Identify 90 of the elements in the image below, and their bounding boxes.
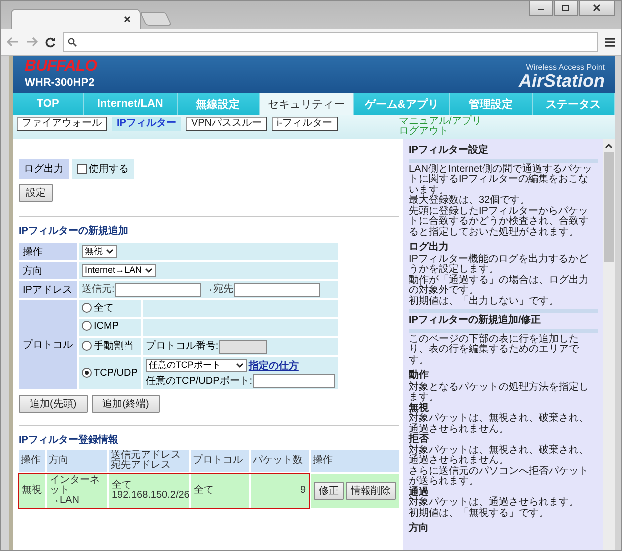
brand-logo: BUFFALO xyxy=(25,59,98,75)
column-header: 送信元アドレス宛先アドレス xyxy=(109,450,189,472)
add-button[interactable]: 追加(先頭) xyxy=(19,395,88,413)
direction-select[interactable]: Internet→LAN xyxy=(82,264,156,277)
help-subheading: 無視 xyxy=(409,404,429,414)
field-label: 方向 xyxy=(19,262,77,279)
table-cell: インターネット →LAN xyxy=(47,474,107,508)
help-text: 対象パケットは、無視され、破棄され、通過させられません。 xyxy=(409,414,590,434)
table-cell: 全て 192.168.150.2/26 xyxy=(109,474,189,508)
action-select[interactable]: 無視 xyxy=(82,245,117,258)
source-address-field[interactable] xyxy=(114,282,201,297)
column-header: プロトコル xyxy=(191,450,249,472)
help-title: IPフィルターの新規追加/修正 xyxy=(409,316,542,326)
destination-address-field[interactable] xyxy=(234,282,320,297)
help-text: 初期値は、「無視する」です。 xyxy=(409,508,550,519)
maximize-button[interactable] xyxy=(554,1,578,16)
radio-button[interactable] xyxy=(82,303,92,313)
help-text: さらに送信元のパソコンへ拒否パケットが送られます。 xyxy=(409,466,590,487)
address-field[interactable] xyxy=(63,32,598,52)
help-text: 対象パケットは、通過させられます。 xyxy=(409,498,580,508)
help-subheading: 通過 xyxy=(409,488,429,498)
maximize-icon xyxy=(562,4,570,12)
sub-tab[interactable]: i-フィルター xyxy=(272,117,338,131)
help-heading: 動作 xyxy=(409,371,430,382)
close-button[interactable] xyxy=(579,1,615,16)
nav-tab[interactable]: セキュリティー xyxy=(260,93,354,115)
delete-button[interactable]: 情報削除 xyxy=(346,482,396,500)
chevron-icon xyxy=(106,248,114,254)
search-icon xyxy=(68,38,77,46)
close-icon[interactable] xyxy=(124,16,131,23)
chevron-icon xyxy=(145,268,154,274)
sub-tab[interactable]: IPフィルター xyxy=(112,117,182,131)
radio-button[interactable] xyxy=(82,368,92,378)
scrollbar-thumb[interactable] xyxy=(604,152,614,262)
column-header: 方向 xyxy=(47,450,107,472)
checkbox-label: 使用する xyxy=(89,163,129,176)
reload-icon[interactable] xyxy=(45,36,56,48)
radio-button[interactable] xyxy=(82,341,92,351)
add-button[interactable]: 追加(終端) xyxy=(92,395,160,413)
help-text: 初期値は、「出力しない」です。 xyxy=(409,296,560,307)
column-header: 操作 xyxy=(19,450,45,472)
field-label: IPアドレス xyxy=(19,281,77,298)
edit-button[interactable]: 修正 xyxy=(314,482,344,500)
field-label: ログ出力 xyxy=(19,159,69,179)
help-heading: 方向 xyxy=(409,524,430,534)
minimize-button[interactable] xyxy=(529,1,553,16)
help-text: 対象となるパケットの処理方法を指定します。 xyxy=(409,382,590,403)
save-button[interactable]: 設定 xyxy=(19,184,53,202)
checkbox[interactable] xyxy=(77,164,87,174)
help-title: IPフィルター設定 xyxy=(409,146,490,156)
product-logo: AirStation xyxy=(518,72,605,90)
section-title: IPフィルターの新規追加 xyxy=(19,224,128,238)
field-label: 送信元: xyxy=(82,284,115,296)
field-label: →宛先 xyxy=(204,284,234,296)
help-link[interactable]: 指定の仕方 xyxy=(248,358,299,372)
table-cell: 9 xyxy=(251,474,309,508)
sub-tab[interactable]: VPNパススルー xyxy=(186,117,268,131)
column-header: パケット数 xyxy=(251,450,309,472)
help-text: 最大登録数は、32個です。 xyxy=(409,196,532,206)
help-text: LAN側とInternet側の間で通過するパケットに関するIPフィルターの編集をおこないます。 xyxy=(409,164,594,196)
column-header: 操作 xyxy=(311,450,399,472)
field-label: 操作 xyxy=(19,243,77,260)
sub-tab[interactable]: ファイアウォール xyxy=(17,117,107,131)
product-tagline: Wireless Access Point xyxy=(525,63,605,72)
table-cell: 全て xyxy=(191,474,249,508)
port-field[interactable] xyxy=(252,374,335,388)
help-text: 動作が「通過する」の場合は、ログ出力の対象外です。 xyxy=(409,276,590,296)
field-label: 任意のTCP/UDPポート: xyxy=(146,374,253,388)
radio-label: 全て xyxy=(94,302,114,315)
close-icon xyxy=(593,4,601,12)
scrollbar[interactable] xyxy=(603,139,615,550)
menu-icon[interactable] xyxy=(605,38,615,46)
help-text: 先頭に登録したIPフィルターからパケットに合致するかどうか検査され、合致すると指定しておいた処理がされます。 xyxy=(409,206,590,238)
table-cell: 無視 xyxy=(19,474,45,508)
field-label: プロトコル xyxy=(19,300,77,389)
port-select[interactable]: 任意のTCPポート xyxy=(146,359,247,372)
radio-button[interactable] xyxy=(82,321,92,332)
help-text: このページの下部の表に行を追加したり、表の行を編集するためのエリアです。 xyxy=(409,334,580,366)
help-heading: ログ出力 xyxy=(409,243,450,254)
help-text: 対象パケットは、無視され、破棄され、通過させられません。 xyxy=(409,446,590,466)
radio-label: ICMP xyxy=(94,320,119,332)
scroll-up-icon[interactable] xyxy=(605,143,613,149)
radio-label: TCP/UDP xyxy=(94,368,138,379)
field-label: プロトコル番号: xyxy=(146,341,219,352)
help-text: IPフィルター機能のログを出力するかどうかを設定します。 xyxy=(409,254,590,275)
chevron-icon xyxy=(236,362,244,368)
section-title: IPフィルター登録情報 xyxy=(19,434,118,447)
help-subheading: 拒否 xyxy=(409,435,430,445)
model-name: WHR-300HP2 xyxy=(25,77,96,89)
radio-label: 手動割当 xyxy=(94,340,134,353)
